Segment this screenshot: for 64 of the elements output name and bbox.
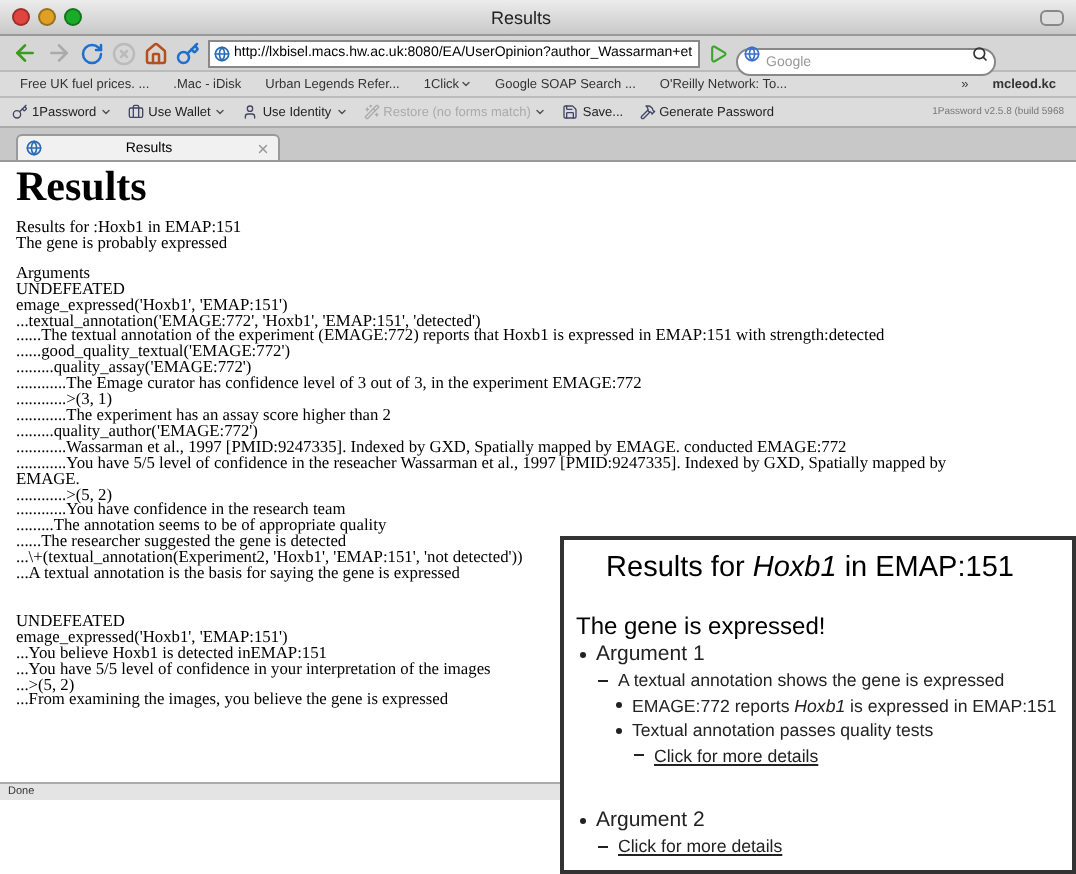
briefcase-icon xyxy=(128,104,145,120)
argument-line: ...You have 5/5 level of confidence in your interpretation of the images xyxy=(16,661,491,678)
bullet-icon xyxy=(616,727,622,734)
argument-line: ............You have 5/5 level of confidence in the reseacher Wassarman et al., 1997 [PMID:9247335]. Indexed by GXD, Spatially mapped by EMAGE. xyxy=(16,455,949,487)
argument-line: Arguments xyxy=(16,265,91,282)
argument-line: ............>(5, 2) xyxy=(16,487,112,503)
argument-line: ............You have confidence in the research team xyxy=(16,502,346,519)
argument-line: ...\+(textual_annotation(Experiment2, 'Hoxb1', 'EMAP:151', 'not detected')) xyxy=(16,550,523,567)
argument-line: ............The Emage curator has confidence level of 3 out of 3, in the experiment EMAGE:772 xyxy=(16,376,642,393)
dash-icon xyxy=(598,845,608,848)
argument-line: ............>(3, 1) xyxy=(16,392,112,408)
argument-line: emage_expressed('Hoxb1', 'EMAP:151') xyxy=(16,629,288,646)
argument-line: ...From examining the images, you believe the gene is expressed xyxy=(16,692,449,709)
argument-line: ...A textual annotation is the basis for saying the gene is expressed xyxy=(16,566,460,582)
list-item-text: A textual annotation shows the gene is expressed xyxy=(618,668,1005,693)
summary-line: Results for :Hoxb1 in EMAP:151 xyxy=(16,220,242,236)
argument-line: ............The experiment has an assay score higher than 2 xyxy=(16,407,391,424)
argument-line: ......The textual annotation of the experiment (EMAGE:772) reports that Hoxb1 is expressed in EMAP:151 with strength:detected xyxy=(16,328,885,345)
zoom-button[interactable] xyxy=(64,8,82,26)
summary-line: The gene is probably expressed xyxy=(16,235,228,252)
argument-line: ............Wassarman et al., 1997 [PMID:9247335]. Indexed by GXD, Spatially mapped by EMAGE. conducted EMAGE:772 xyxy=(16,439,847,456)
argument-line: ...>(5, 2) xyxy=(16,677,75,693)
wand-icon xyxy=(363,104,380,120)
dash-icon xyxy=(634,754,644,757)
go-icon[interactable] xyxy=(708,43,728,63)
dash-icon xyxy=(598,679,608,682)
argument-line: .........quality_assay('EMAGE:772') xyxy=(16,360,252,377)
home-icon[interactable] xyxy=(144,41,168,65)
key-icon xyxy=(12,104,28,120)
details-link[interactable]: Click for more details xyxy=(654,743,819,768)
window-title: Results xyxy=(488,7,553,27)
argument-line: UNDEFEATED xyxy=(16,281,125,298)
page-heading: Results xyxy=(16,164,147,208)
list-item-text: Argument 2 xyxy=(596,808,705,834)
argument-line: ...textual_annotation('EMAGE:772', 'Hoxb1', 'EMAP:151', 'detected') xyxy=(16,313,481,329)
bullet-icon xyxy=(580,652,586,658)
close-button[interactable] xyxy=(12,8,30,26)
globe-icon xyxy=(744,45,760,61)
reload-icon[interactable] xyxy=(80,41,104,65)
person-icon xyxy=(242,104,259,120)
argument-line: ......The researcher suggested the gene is detected xyxy=(16,534,347,551)
bullet-icon xyxy=(616,702,622,709)
list-item-text: Argument 1 xyxy=(596,642,705,668)
key-icon[interactable] xyxy=(176,41,200,65)
argument-line: emage_expressed('Hoxb1', 'EMAP:151') xyxy=(16,297,288,314)
argument-line: .........The annotation seems to be of appropriate quality xyxy=(16,518,387,535)
verdict-text: The gene is expressed! xyxy=(576,612,826,640)
hammer-icon xyxy=(639,104,656,120)
back-icon[interactable] xyxy=(12,40,38,66)
globe-icon xyxy=(26,140,42,156)
details-link[interactable]: Click for more details xyxy=(618,834,783,859)
panel-title: Results for Hoxb1 in EMAP:151 xyxy=(604,552,1016,584)
argument-line: ......good_quality_textual('EMAGE:772') xyxy=(16,344,290,361)
save-icon xyxy=(562,104,579,120)
argument-line: UNDEFEATED xyxy=(16,613,125,630)
close-icon[interactable] xyxy=(256,141,270,155)
argument-line: .........quality_author('EMAGE:772') xyxy=(16,423,258,440)
search-icon xyxy=(972,45,988,61)
minimize-button[interactable] xyxy=(38,8,56,26)
argument-line: ...You believe Hoxb1 is detected inEMAP:151 xyxy=(16,645,327,662)
bullet-icon xyxy=(580,818,586,824)
list-item-text: Textual annotation passes quality tests xyxy=(632,718,934,743)
list-item-text: EMAGE:772 reports Hoxb1 is expressed in EMAP:151 xyxy=(632,693,1057,718)
globe-icon xyxy=(214,45,230,61)
